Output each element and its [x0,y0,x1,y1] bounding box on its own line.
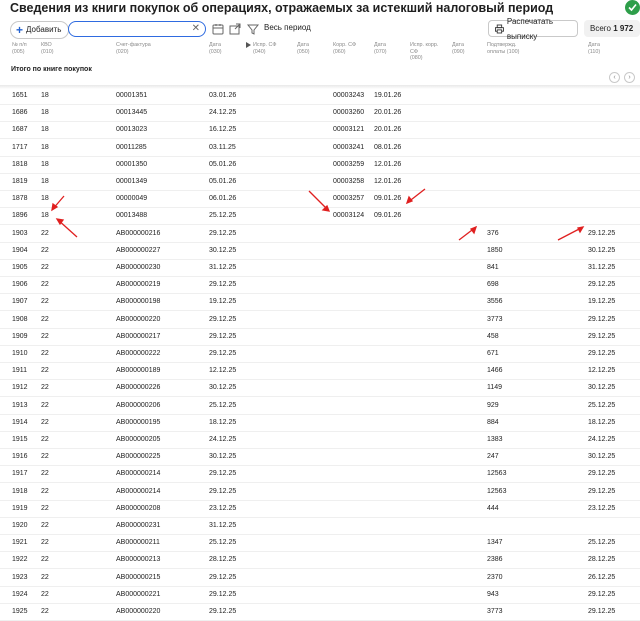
cell-n: 1924 [12,590,28,598]
cell-date1: 29.12.25 [209,608,237,615]
table-row[interactable]: 1925 22 АВ000000220 29.12.25 3773 29.12.25 [0,603,640,621]
annotation-arrows [51,188,585,241]
cell-kvo: 22 [41,590,49,598]
cell-sf: АВ000000221 [116,590,161,598]
cell-date5: 29.12.25 [588,608,616,615]
cell-sf: АВ000000220 [116,608,161,615]
cell-date5: 29.12.25 [588,590,616,598]
cell-kvo: 22 [41,608,49,615]
table-row[interactable]: 1924 22 АВ000000221 29.12.25 943 29.12.25 [0,586,640,604]
cell-n: 1925 [12,608,28,615]
cell-date1: 29.12.25 [209,590,237,598]
cell-podtv: 943 [487,590,499,598]
cell-podtv: 3773 [487,608,503,615]
